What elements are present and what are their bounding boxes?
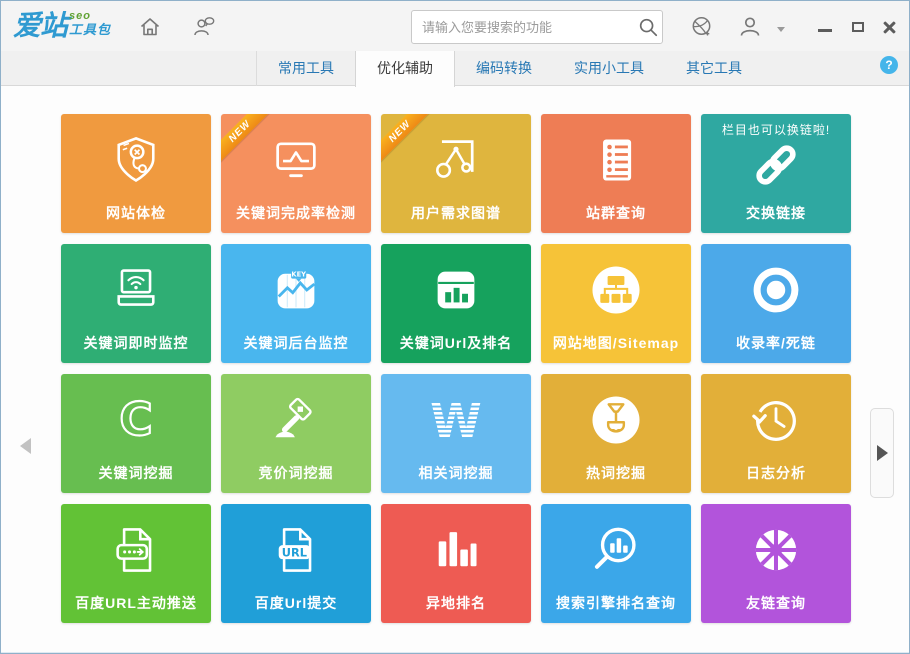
shovel-icon bbox=[541, 382, 691, 458]
caret-down-icon[interactable] bbox=[777, 27, 785, 32]
tile-label: 关键词后台监控 bbox=[243, 335, 349, 351]
topbar: 爱站 seo 工具包 bbox=[1, 1, 909, 51]
letter-c-icon: C bbox=[61, 382, 211, 458]
logo-seo-text: seo bbox=[69, 10, 91, 22]
tile-baidu-url-submit[interactable]: URL 百度Url提交 bbox=[221, 504, 371, 623]
tile-exchange-links[interactable]: 栏目也可以换链啦! 交换链接 bbox=[701, 114, 851, 233]
tile-keyword-completion[interactable]: NEW 关键词完成率检测 bbox=[221, 114, 371, 233]
tile-label: 竞价词挖掘 bbox=[258, 465, 334, 481]
scroll-right-arrow bbox=[876, 445, 888, 461]
tile-se-rank-query[interactable]: 搜索引擎排名查询 bbox=[541, 504, 691, 623]
tile-label: 关键词即时监控 bbox=[83, 335, 189, 351]
laptop-wifi-icon bbox=[61, 252, 211, 328]
tile-index-rate-deadlink[interactable]: 收录率/死链 bbox=[701, 244, 851, 363]
content-area: 网站体检 NEW 关键词完成率检测 NEW 用户需求图谱站群查询 栏目也可以换链啦! 交换链… bbox=[1, 86, 909, 652]
tile-label: 网站体检 bbox=[106, 205, 166, 221]
bar-card-icon bbox=[381, 252, 531, 328]
tile-label: 网站地图/Sitemap bbox=[552, 335, 680, 351]
svg-text:URL: URL bbox=[282, 545, 307, 559]
tile-keyword-mining[interactable]: C 关键词挖掘 bbox=[61, 374, 211, 493]
tile-site-checkup[interactable]: 网站体检 bbox=[61, 114, 211, 233]
logo-sub-text: 工具包 bbox=[69, 22, 112, 37]
tab-small-tools[interactable]: 实用小工具 bbox=[553, 51, 665, 86]
tile-label: 日志分析 bbox=[746, 465, 806, 481]
maximize-button[interactable] bbox=[848, 18, 868, 36]
tile-label: 友链查询 bbox=[746, 595, 806, 611]
home-icon[interactable] bbox=[137, 14, 163, 40]
shield-stethoscope-icon bbox=[61, 122, 211, 198]
tile-grid: 网站体检 NEW 关键词完成率检测 NEW 用户需求图谱站群查询 栏目也可以换链啦! 交换链… bbox=[61, 114, 851, 623]
search-input[interactable] bbox=[412, 19, 634, 35]
tile-label: 交换链接 bbox=[746, 205, 806, 221]
document-url-icon: URL bbox=[221, 512, 371, 588]
record-circle-icon bbox=[701, 252, 851, 328]
bars-icon bbox=[381, 512, 531, 588]
logo-right: seo 工具包 bbox=[69, 10, 112, 38]
wheel-icon bbox=[701, 512, 851, 588]
help-button[interactable]: ? bbox=[880, 56, 898, 74]
tile-keyword-live-monitor[interactable]: 关键词即时监控 bbox=[61, 244, 211, 363]
tile-label: 关键词完成率检测 bbox=[236, 205, 356, 221]
tile-label: 异地排名 bbox=[426, 595, 486, 611]
gavel-icon bbox=[221, 382, 371, 458]
tile-label: 搜索引擎排名查询 bbox=[556, 595, 676, 611]
tile-user-demand-map[interactable]: NEW 用户需求图谱 bbox=[381, 114, 531, 233]
tile-label: 热词挖掘 bbox=[586, 465, 646, 481]
svg-text:C: C bbox=[119, 393, 152, 446]
chart-key-icon: KEY bbox=[221, 252, 371, 328]
tile-label: 百度Url提交 bbox=[254, 595, 338, 611]
tile-label: 关键词挖掘 bbox=[98, 465, 174, 481]
list-notebook-icon bbox=[541, 122, 691, 198]
tile-label: 相关词挖掘 bbox=[418, 465, 494, 481]
sitemap-icon bbox=[541, 252, 691, 328]
tile-baidu-url-push[interactable]: 百度URL主动推送 bbox=[61, 504, 211, 623]
tile-label: 用户需求图谱 bbox=[411, 205, 501, 221]
website-icon[interactable] bbox=[689, 14, 715, 40]
chain-link-icon bbox=[701, 134, 851, 196]
logo-main-text: 爱站 bbox=[13, 10, 68, 41]
document-push-icon bbox=[61, 512, 211, 588]
close-button[interactable] bbox=[879, 18, 899, 36]
tile-keyword-bg-monitor[interactable]: KEY 关键词后台监控 bbox=[221, 244, 371, 363]
tab-bar: 常用工具 优化辅助 编码转换 实用小工具 其它工具 ? bbox=[1, 51, 909, 87]
svg-text:KEY: KEY bbox=[291, 271, 306, 279]
app-window: 爱站 seo 工具包 常用工具优化辅助编码转 bbox=[0, 0, 910, 654]
tile-label: 百度URL主动推送 bbox=[75, 595, 197, 611]
tile-label: 关键词Url及排名 bbox=[399, 335, 513, 351]
tab-other-tools[interactable]: 其它工具 bbox=[665, 51, 763, 86]
tile-log-analysis[interactable]: 日志分析 bbox=[701, 374, 851, 493]
minimize-button[interactable] bbox=[815, 18, 835, 36]
tab-common-tools[interactable]: 常用工具 bbox=[256, 51, 355, 86]
tile-site-group-query[interactable]: 站群查询 bbox=[541, 114, 691, 233]
tile-bidword-mining[interactable]: 竞价词挖掘 bbox=[221, 374, 371, 493]
letter-w-icon: W bbox=[381, 382, 531, 458]
scroll-right-button[interactable] bbox=[870, 408, 894, 498]
tab-encode-convert[interactable]: 编码转换 bbox=[455, 51, 553, 86]
tile-hotword-mining[interactable]: 热词挖掘 bbox=[541, 374, 691, 493]
search-chart-icon bbox=[541, 512, 691, 588]
scroll-left-arrow[interactable] bbox=[20, 438, 31, 454]
search-icon[interactable] bbox=[634, 13, 662, 41]
search-box bbox=[411, 10, 663, 44]
tile-remote-ranking[interactable]: 异地排名 bbox=[381, 504, 531, 623]
tab-optimize-assist[interactable]: 优化辅助 bbox=[355, 51, 455, 87]
feedback-icon[interactable] bbox=[191, 14, 217, 40]
tabs-container: 常用工具 优化辅助 编码转换 实用小工具 其它工具 bbox=[256, 51, 763, 87]
tile-keyword-url-rank[interactable]: 关键词Url及排名 bbox=[381, 244, 531, 363]
tile-label: 站群查询 bbox=[586, 205, 646, 221]
tile-friend-link-query[interactable]: 友链查询 bbox=[701, 504, 851, 623]
tile-label: 收录率/死链 bbox=[736, 335, 816, 351]
tile-note: 栏目也可以换链啦! bbox=[721, 123, 831, 137]
history-clock-icon bbox=[701, 382, 851, 458]
tile-related-word-mining[interactable]: W 相关词挖掘 bbox=[381, 374, 531, 493]
tile-sitemap[interactable]: 网站地图/Sitemap bbox=[541, 244, 691, 363]
app-logo: 爱站 seo 工具包 bbox=[13, 9, 111, 43]
user-icon[interactable] bbox=[737, 14, 763, 40]
